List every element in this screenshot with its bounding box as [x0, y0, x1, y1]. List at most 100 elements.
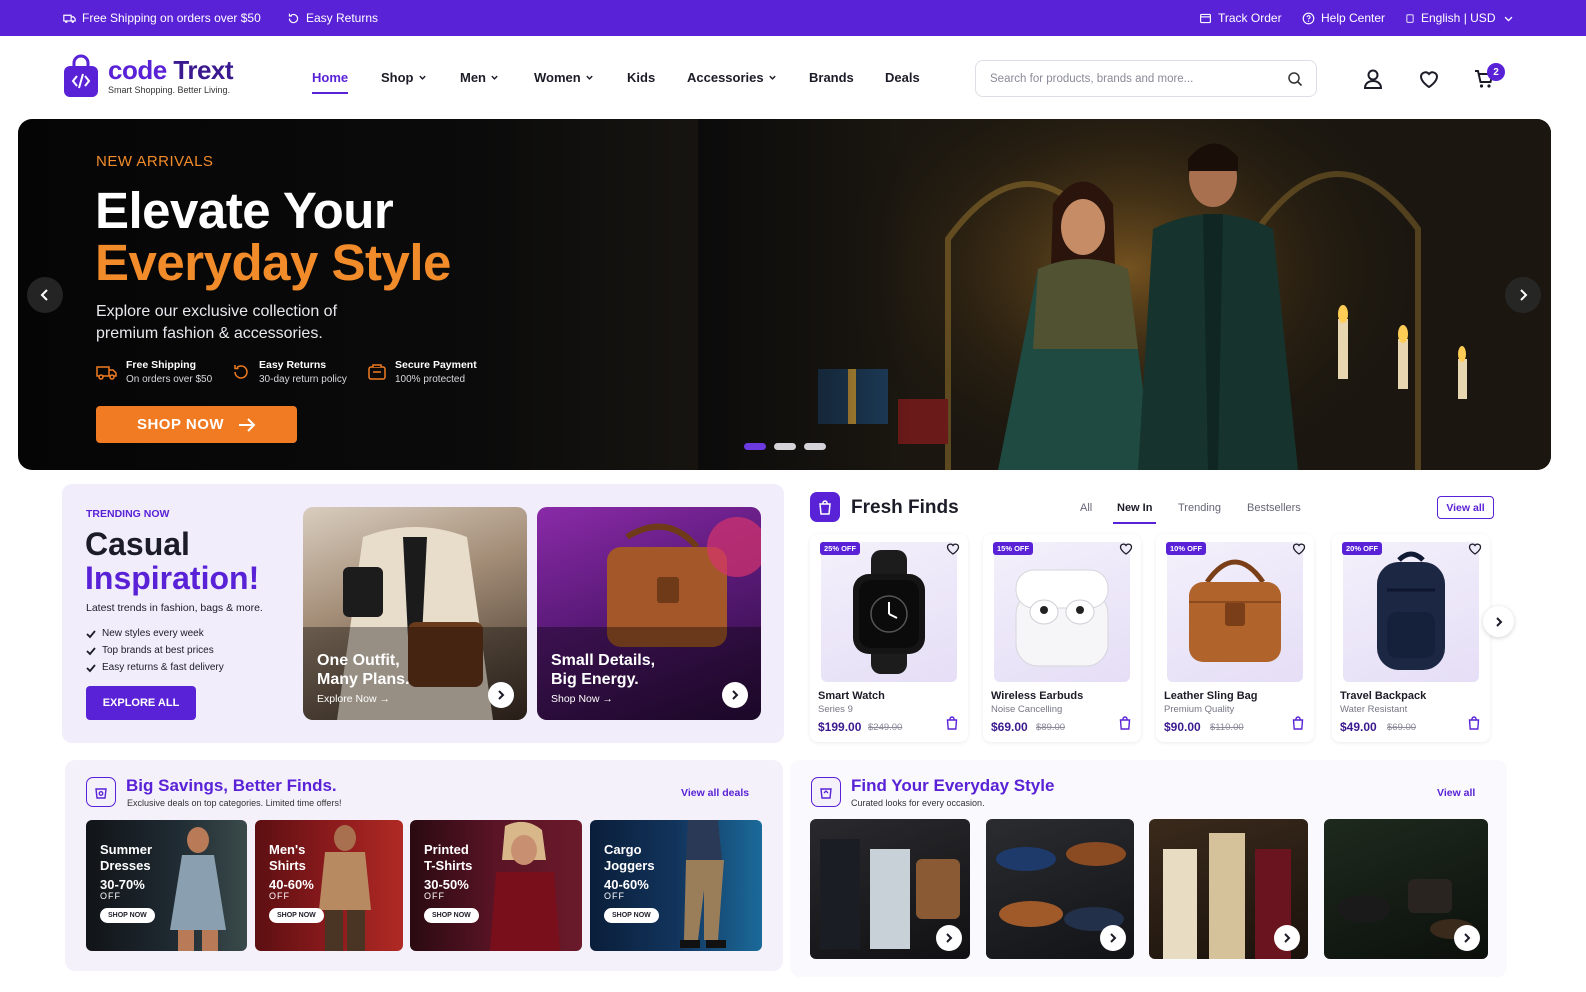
- help-center-link[interactable]: Help Center: [1302, 11, 1385, 25]
- fresh-carousel-next-button[interactable]: [1483, 606, 1514, 637]
- promo-arrow-button[interactable]: [488, 682, 514, 708]
- deal-card-cargo-joggers[interactable]: Cargo Joggers 40-60% OFF SHOP NOW: [590, 820, 762, 951]
- wishlist-heart-icon[interactable]: [1119, 542, 1133, 556]
- product-card-leather-sling-bag[interactable]: 10% OFF Leather Sling Bag Premium Qualit…: [1156, 534, 1314, 742]
- add-to-cart-bag-icon[interactable]: [946, 716, 958, 730]
- nav-accessories[interactable]: Accessories: [687, 70, 777, 85]
- nav-kids[interactable]: Kids: [627, 70, 655, 85]
- returns-icon: [288, 13, 299, 23]
- chevron-right-icon: [1110, 933, 1117, 943]
- search-input[interactable]: Search for products, brands and more...: [975, 60, 1317, 97]
- product-subtitle: Water Resistant: [1340, 704, 1408, 715]
- user-icon[interactable]: [1362, 68, 1384, 90]
- promo-card-link[interactable]: Explore Now →: [317, 693, 390, 705]
- chevron-right-icon: [1495, 616, 1502, 627]
- deal-card-summer-dresses[interactable]: Summer Dresses 30-70% OFF SHOP NOW: [86, 820, 247, 951]
- product-name: Smart Watch: [818, 690, 885, 702]
- trending-title-line2: Inspiration!: [85, 560, 260, 596]
- look-card-shoes[interactable]: [986, 819, 1134, 959]
- look-arrow-button[interactable]: [936, 925, 962, 951]
- tab-all[interactable]: All: [1080, 502, 1092, 514]
- hero-photo-couple: [698, 119, 1551, 470]
- sling-bag-image: [1189, 559, 1281, 662]
- shopping-bag-icon: [819, 500, 831, 515]
- deal-shop-now-button[interactable]: SHOP NOW: [424, 908, 479, 923]
- promo-card-link[interactable]: Shop Now →: [551, 693, 613, 705]
- savings-title: Big Savings, Better Finds.: [126, 776, 337, 795]
- tab-bestsellers[interactable]: Bestsellers: [1247, 502, 1301, 514]
- product-image: [1167, 542, 1303, 682]
- deal-shop-now-button[interactable]: SHOP NOW: [100, 908, 155, 923]
- look-arrow-button[interactable]: [1454, 925, 1480, 951]
- explore-all-button[interactable]: EXPLORE ALL: [86, 686, 196, 720]
- hero-next-button[interactable]: [1505, 277, 1541, 313]
- wishlist-heart-icon[interactable]: [1292, 542, 1306, 556]
- deal-off-label: OFF: [424, 891, 445, 901]
- trending-panel: TRENDING NOW Casual Inspiration! Latest …: [62, 484, 784, 743]
- product-subtitle: Premium Quality: [1164, 704, 1235, 715]
- deal-percent: 40-60%: [269, 877, 314, 892]
- promo-arrow-button[interactable]: [722, 682, 748, 708]
- earbuds-image: [1015, 569, 1109, 667]
- wishlist-heart-icon[interactable]: [1468, 542, 1482, 556]
- truck-icon: [96, 366, 117, 380]
- promo-card-bag[interactable]: Small Details, Big Energy. Shop Now →: [537, 507, 761, 720]
- slide-dot-3[interactable]: [804, 443, 826, 450]
- nav-deals[interactable]: Deals: [885, 70, 920, 85]
- product-card-wireless-earbuds[interactable]: 15% OFF Wireless Earbuds Noise Cancellin…: [983, 534, 1141, 742]
- chevron-right-icon: [732, 690, 739, 700]
- nav-shop[interactable]: Shop: [381, 70, 427, 85]
- tab-new-in[interactable]: New In: [1112, 502, 1157, 524]
- track-order-link[interactable]: Track Order: [1199, 11, 1282, 25]
- add-to-cart-bag-icon[interactable]: [1292, 716, 1304, 730]
- heart-icon[interactable]: [1418, 68, 1440, 90]
- deal-card-mens-shirts[interactable]: Men's Shirts 40-60% OFF SHOP NOW: [255, 820, 403, 951]
- product-card-travel-backpack[interactable]: 20% OFF Travel Backpack Water Resistant …: [1332, 534, 1490, 742]
- nav-home[interactable]: Home: [312, 70, 349, 94]
- slide-dot-2[interactable]: [774, 443, 796, 450]
- promo-bar: Free Shipping on orders over $50 Easy Re…: [0, 0, 1586, 36]
- deal-percent: 30-50%: [424, 877, 469, 892]
- hero-prev-button[interactable]: [27, 277, 63, 313]
- look-card-accessories[interactable]: [1324, 819, 1488, 959]
- product-card-smart-watch[interactable]: 25% OFF Smart Watch Series 9 $199.00 $24…: [810, 534, 968, 742]
- locale-selector[interactable]: English | USD: [1405, 11, 1514, 25]
- search-icon[interactable]: [1287, 71, 1303, 87]
- deal-name: Cargo Joggers: [604, 842, 655, 873]
- brand-logo[interactable]: code Trext Smart Shopping. Better Living…: [62, 54, 234, 98]
- trending-description: Latest trends in fashion, bags & more.: [86, 602, 263, 614]
- discount-badge: 20% OFF: [1342, 542, 1383, 555]
- add-to-cart-bag-icon[interactable]: [1468, 716, 1480, 730]
- shopping-bag-logo-icon: [62, 54, 100, 98]
- deal-percent: 30-70%: [100, 877, 145, 892]
- look-arrow-button[interactable]: [1274, 925, 1300, 951]
- deal-card-printed-tshirts[interactable]: Printed T-Shirts 30-50% OFF SHOP NOW: [410, 820, 582, 951]
- deal-shop-now-button[interactable]: SHOP NOW: [269, 908, 324, 923]
- chevron-right-icon: [1284, 933, 1291, 943]
- style-view-all-link[interactable]: View all: [1437, 787, 1475, 799]
- easy-returns-notice: Easy Returns: [287, 11, 378, 25]
- fresh-view-all-button[interactable]: View all: [1437, 496, 1494, 519]
- nav-men[interactable]: Men: [460, 70, 499, 85]
- deal-shop-now-button[interactable]: SHOP NOW: [604, 908, 659, 923]
- big-savings-section: Big Savings, Better Finds. Exclusive dea…: [65, 760, 783, 971]
- look-arrow-button[interactable]: [1100, 925, 1126, 951]
- nav-brands[interactable]: Brands: [809, 70, 854, 85]
- arrow-right-icon: [239, 417, 256, 432]
- tab-trending[interactable]: Trending: [1178, 502, 1221, 514]
- shop-now-button[interactable]: SHOP NOW: [96, 406, 297, 443]
- help-icon: [1302, 12, 1315, 24]
- look-card-formal-suits[interactable]: [810, 819, 970, 959]
- add-to-cart-bag-icon[interactable]: [1119, 716, 1131, 730]
- wishlist-heart-icon[interactable]: [946, 542, 960, 556]
- nav-women[interactable]: Women: [534, 70, 594, 85]
- trending-checklist: New styles every week Top brands at best…: [86, 625, 224, 676]
- tag-icon: [95, 788, 107, 799]
- product-image: [1343, 542, 1479, 682]
- product-image: [994, 542, 1130, 682]
- view-all-deals-link[interactable]: View all deals: [681, 787, 749, 799]
- slide-dot-1[interactable]: [744, 443, 766, 450]
- hero-eyebrow: NEW ARRIVALS: [96, 153, 214, 170]
- look-card-ethnic-wear[interactable]: [1149, 819, 1308, 959]
- promo-card-outfit[interactable]: One Outfit, Many Plans. Explore Now →: [303, 507, 527, 720]
